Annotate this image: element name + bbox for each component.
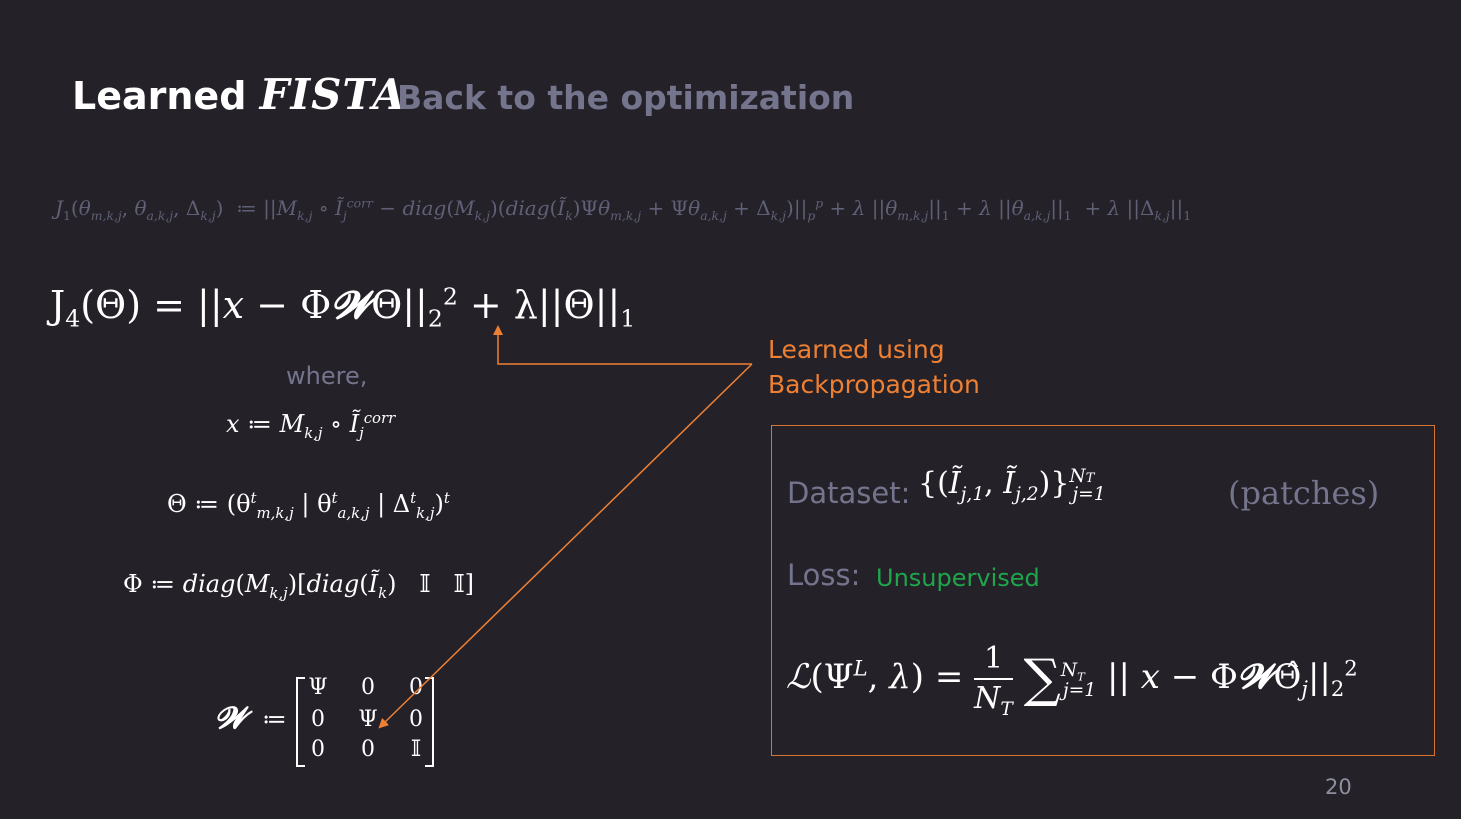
page-number: 20 xyxy=(1325,775,1352,799)
loss-value: Unsupervised xyxy=(876,564,1040,592)
dataset-set: {(Ĩj,1, Ĩj,2)}NTj=1 xyxy=(918,466,1106,505)
patches-label: (patches) xyxy=(1228,474,1380,512)
arrow-to-w xyxy=(493,325,752,365)
arrow-to-psi xyxy=(378,363,753,729)
dataset-label: Dataset: xyxy=(787,476,911,510)
loss-label: Loss: xyxy=(787,558,861,592)
loss-equation: ℒ(ΨL, λ) = 1 NT ∑NTj=1 || x − Φ𝓦Θ̂j||22 xyxy=(786,641,1358,720)
